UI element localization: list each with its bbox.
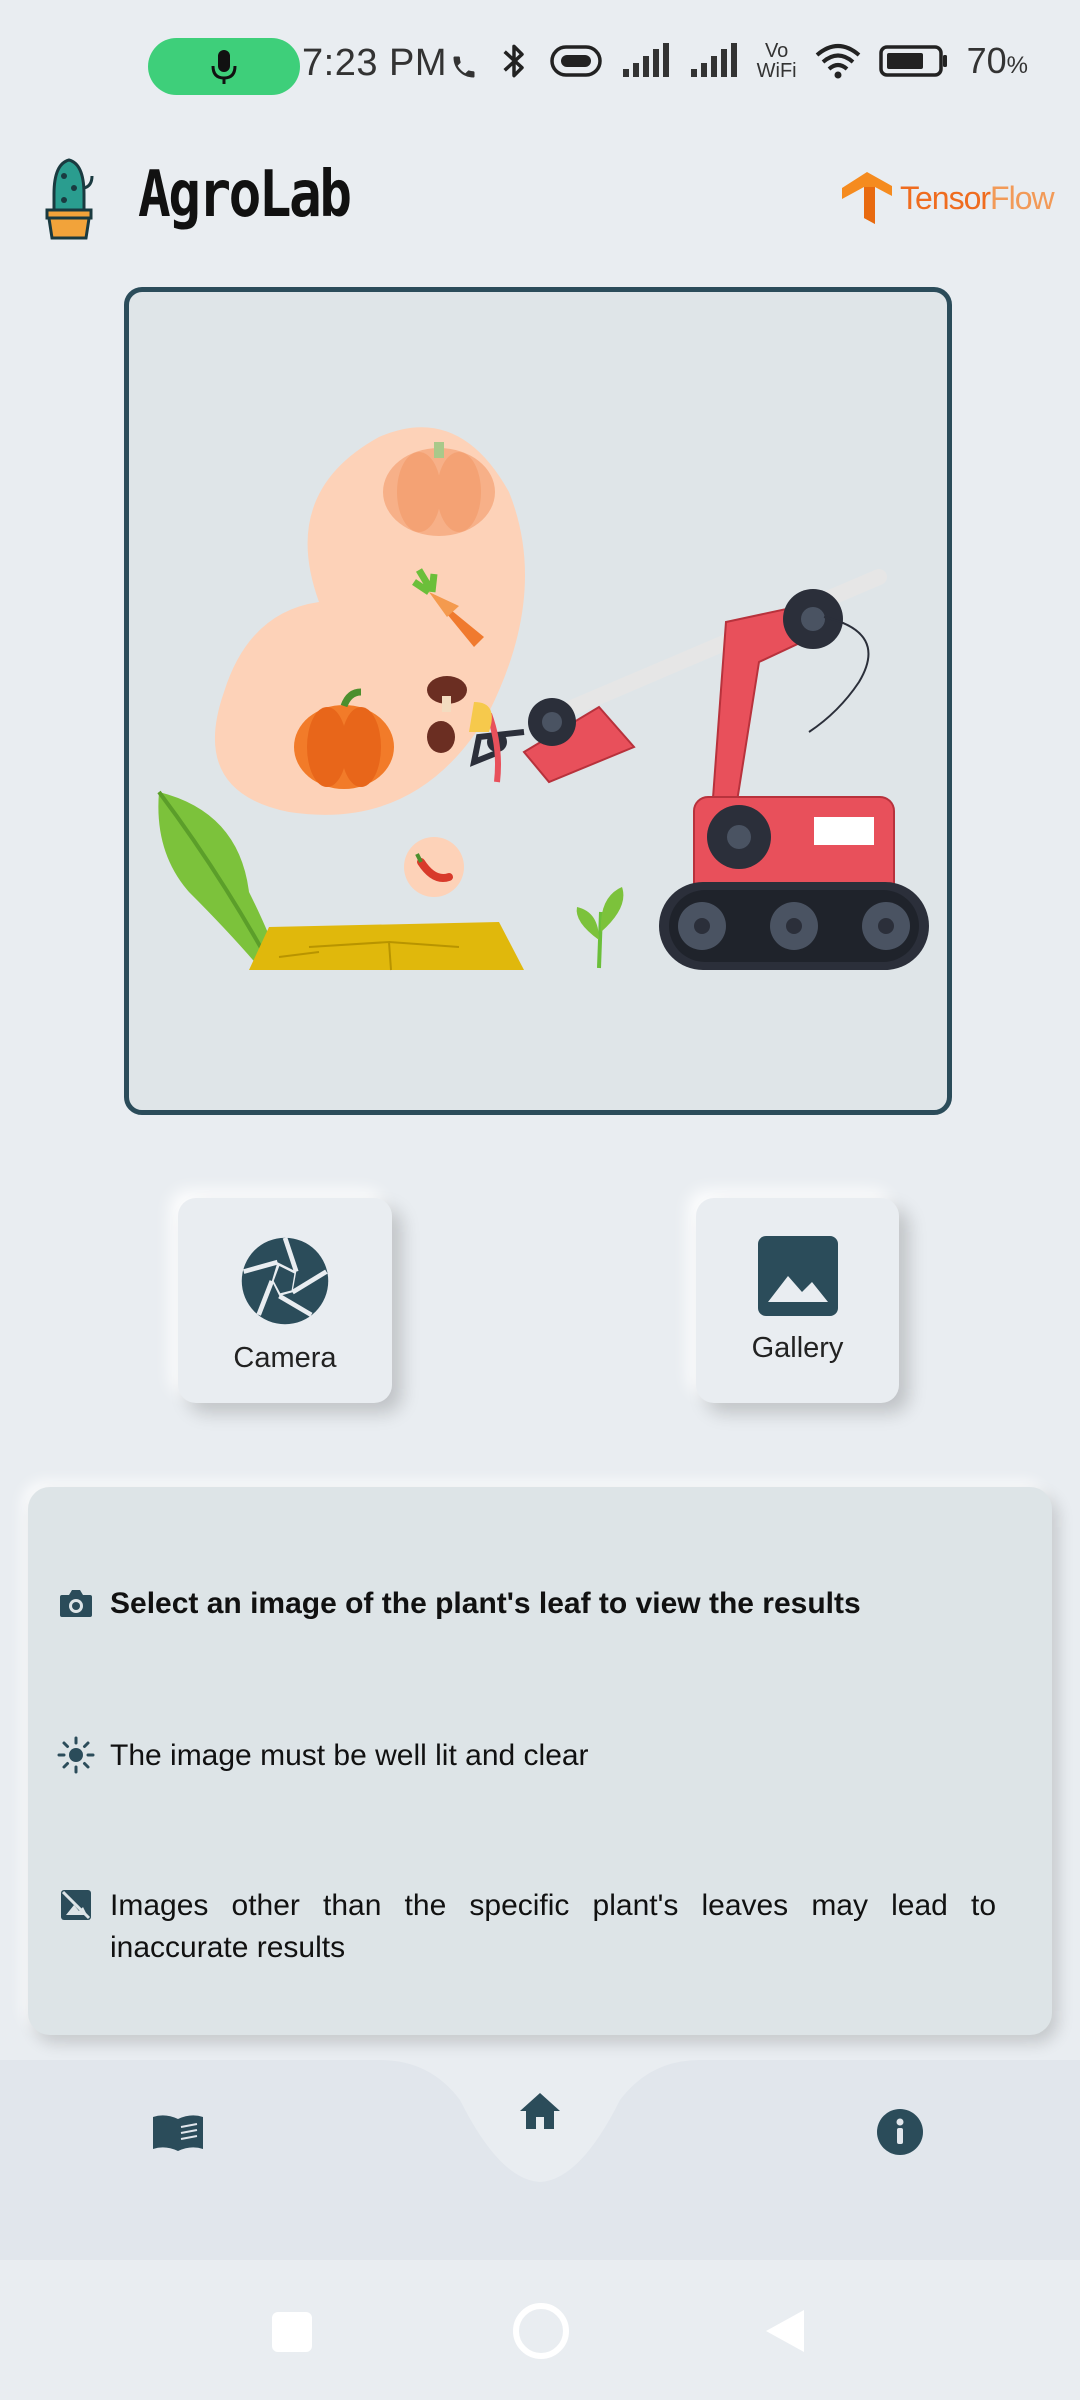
instruction-item: Images other than the specific plant's l… [56,1885,996,1969]
signal-icon [622,43,669,77]
tensorflow-word-a: Tensor [900,179,991,216]
home-icon [520,2093,560,2129]
cactus-logo-icon [45,158,94,240]
hero-illustration [124,287,952,1115]
brightness-icon [56,1735,96,1775]
instruction-text: The image must be well lit and clear [110,1739,589,1772]
mic-icon [211,49,237,84]
vowifi-bottom-label: WiFi [756,60,797,82]
instructions-card: Select an image of the plant's leaf to v… [28,1487,1052,2035]
bottom-navigation [0,2060,1080,2260]
battery-level: 70% [967,40,1028,82]
instruction-item: Select an image of the plant's leaf to v… [56,1583,996,1625]
gallery-button[interactable]: Gallery [696,1198,899,1403]
gallery-image-icon [757,1236,838,1316]
tensorflow-wordmark: TensorFlow [900,179,1055,217]
book-icon [153,2115,203,2151]
nav-home-button[interactable] [516,2088,564,2134]
bluetooth-icon [503,44,524,78]
nav-info-button[interactable] [876,2108,924,2156]
tensorflow-word-b: Flow [990,179,1055,216]
data-saver-icon [549,45,602,77]
home-circle-icon[interactable] [512,2302,570,2360]
instruction-item: The image must be well lit and clear [56,1735,996,1777]
back-triangle-icon[interactable] [762,2306,808,2356]
vowifi-top-label: Vo [764,40,789,62]
tensorflow-icon [842,172,892,224]
nav-guide-button[interactable] [150,2110,206,2154]
signal-icon [690,43,737,77]
call-icon [453,56,475,78]
camera-aperture-icon [241,1237,329,1325]
app-header: AgroLab TensorFlow [0,140,1080,260]
gallery-label: Gallery [751,1332,844,1364]
farm-robot-illustration [157,427,929,971]
vowifi-icon: Vo WiFi [757,41,797,81]
status-bar: 7:23 PM Vo WiFi 70% [0,0,1080,135]
camera-button[interactable]: Camera [178,1198,392,1403]
info-icon [877,2109,923,2155]
app-title: AgroLab [138,158,352,232]
mic-indicator[interactable] [148,38,300,95]
instruction-text: Select an image of the plant's leaf to v… [110,1587,861,1620]
battery-unit: % [1006,52,1028,79]
instruction-text: Images other than the specific plant's l… [110,1889,996,1964]
recents-icon[interactable] [270,2310,314,2354]
no-image-icon [56,1885,96,1925]
tensorflow-logo: TensorFlow [840,170,1055,226]
wifi-icon [815,44,860,79]
camera-label: Camera [233,1342,337,1374]
battery-icon [878,45,947,77]
system-navigation-bar [0,2280,1080,2380]
battery-value: 70 [966,40,1007,81]
camera-icon [56,1583,96,1623]
status-time: 7:23 PM [302,42,448,84]
